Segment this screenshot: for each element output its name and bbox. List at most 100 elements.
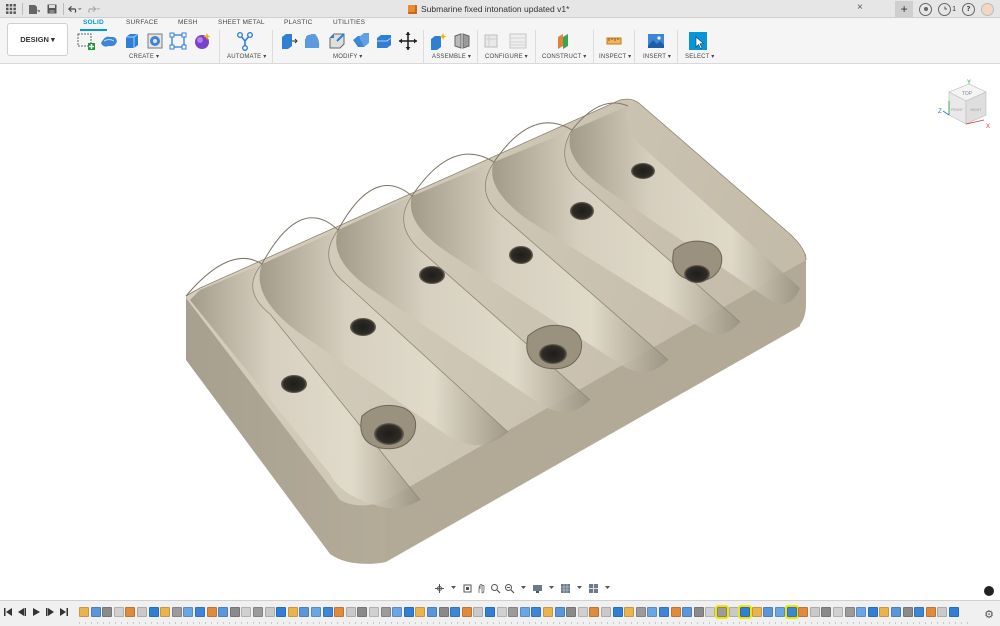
timeline-feature-icon[interactable] (241, 607, 252, 617)
tab-surface[interactable]: SURFACE (126, 19, 158, 26)
configure-rows-icon[interactable] (508, 31, 528, 51)
timeline-feature-icon[interactable] (728, 607, 739, 617)
timeline-feature-icon[interactable] (891, 607, 901, 617)
joint-icon[interactable] (452, 31, 472, 51)
grid-dropdown-icon[interactable] (574, 583, 585, 594)
combine-icon[interactable] (374, 31, 394, 51)
avatar[interactable] (981, 2, 994, 16)
timeline-feature-icon[interactable] (380, 607, 391, 617)
timeline-feature-icon[interactable] (659, 607, 669, 617)
close-tab-icon[interactable]: × (857, 2, 863, 13)
timeline-feature-icon[interactable] (148, 607, 159, 617)
look-at-icon[interactable] (462, 583, 473, 594)
timeline-feature-icon[interactable] (195, 607, 205, 617)
timeline-feature-icon[interactable] (183, 607, 194, 617)
timeline-feature-icon[interactable] (218, 607, 229, 617)
timeline-feature-icon[interactable] (693, 607, 704, 617)
timeline-feature-icon[interactable] (937, 607, 948, 617)
timeline-feature-icon[interactable] (682, 607, 693, 617)
tab-sheet-metal[interactable]: SHEET METAL (218, 19, 265, 26)
timeline-feature-icon[interactable] (949, 607, 959, 617)
timeline-feature-icon[interactable] (253, 607, 263, 617)
timeline-feature-icon[interactable] (345, 607, 356, 617)
assemble-group-label[interactable]: ASSEMBLE ▾ (432, 53, 471, 60)
generative-design-icon[interactable] (192, 31, 212, 51)
redo-icon[interactable] (86, 2, 100, 16)
timeline-feature-icon[interactable] (125, 607, 136, 617)
construct-group-label[interactable]: CONSTRUCT ▾ (542, 53, 586, 60)
undo-icon[interactable] (68, 2, 82, 16)
timeline-feature-icon[interactable] (612, 607, 623, 617)
timeline-settings-gear-icon[interactable]: ⚙ (984, 608, 994, 621)
timeline-feature-icon[interactable] (473, 607, 484, 617)
select-group-label[interactable]: SELECT ▾ (685, 53, 715, 60)
timeline-feature-icon[interactable] (229, 607, 240, 617)
insert-group-label[interactable]: INSERT ▾ (643, 53, 671, 60)
press-pull-icon[interactable] (279, 31, 299, 51)
modify-group-label[interactable]: MODIFY ▾ (333, 53, 363, 60)
comments-toggle-icon[interactable] (984, 586, 994, 596)
step-back-icon[interactable] (18, 608, 26, 618)
viewports-dropdown-icon[interactable] (602, 583, 613, 594)
view-cube[interactable]: TOP FRONT RIGHT Y X Z (938, 80, 990, 130)
timeline-feature-icon[interactable] (844, 607, 855, 617)
chamfer-icon[interactable] (327, 31, 347, 51)
timeline-feature-icon[interactable] (496, 607, 507, 617)
timeline-feature-icon[interactable] (160, 607, 171, 617)
timeline-feature-icon[interactable] (879, 607, 890, 617)
timeline-feature-icon[interactable] (438, 607, 449, 617)
select-icon[interactable] (688, 31, 708, 51)
apps-grid-icon[interactable] (4, 2, 18, 16)
create-group-label[interactable]: CREATE ▾ (129, 53, 159, 60)
timeline-feature-icon[interactable] (427, 607, 437, 617)
timeline-feature-icon[interactable] (635, 607, 646, 617)
timeline-feature-icon[interactable] (925, 607, 936, 617)
timeline-feature-icon[interactable] (809, 607, 820, 617)
step-forward-icon[interactable] (46, 608, 54, 618)
tab-solid[interactable]: SOLID (80, 19, 107, 31)
timeline-feature-icon[interactable] (738, 605, 753, 619)
tab-plastic[interactable]: PLASTIC (284, 19, 313, 26)
tab-mesh[interactable]: MESH (178, 19, 198, 26)
timeline-feature-icon[interactable] (705, 607, 716, 617)
create-sketch-icon[interactable] (76, 31, 96, 51)
revolve-icon[interactable] (145, 31, 165, 51)
timeline-feature-icon[interactable] (751, 607, 762, 617)
timeline-feature-icon[interactable] (519, 607, 530, 617)
measure-icon[interactable] (604, 31, 624, 51)
timeline-feature-icon[interactable] (833, 607, 843, 617)
timeline-feature-icon[interactable] (670, 607, 681, 617)
new-component-icon[interactable] (428, 31, 448, 51)
document-tab[interactable]: Submarine fixed intonation updated v1* (408, 0, 569, 18)
timeline-feature-icon[interactable] (624, 607, 635, 617)
timeline-feature-icon[interactable] (334, 607, 345, 617)
timeline-feature-icon[interactable] (856, 607, 867, 617)
zoom-icon[interactable] (490, 583, 501, 594)
timeline-feature-icon[interactable] (554, 607, 565, 617)
viewcube-right-label[interactable]: RIGHT (971, 108, 983, 112)
pan-icon[interactable] (476, 583, 487, 594)
create-form-icon[interactable] (99, 31, 119, 51)
automate-group-label[interactable]: AUTOMATE ▾ (227, 53, 266, 60)
viewcube-top-label[interactable]: TOP (962, 91, 973, 97)
timeline-feature-icon[interactable] (531, 607, 542, 617)
timeline-feature-icon[interactable] (369, 607, 379, 617)
timeline-feature-icon[interactable] (415, 607, 426, 617)
timeline-feature-icon[interactable] (775, 607, 785, 617)
timeline-feature-icon[interactable] (821, 607, 832, 617)
inspect-group-label[interactable]: INSPECT ▾ (599, 53, 631, 60)
play-icon[interactable] (32, 608, 40, 618)
viewports-icon[interactable] (588, 583, 599, 594)
timeline-feature-icon[interactable] (403, 607, 414, 617)
new-tab-button[interactable]: + (895, 1, 914, 17)
canvas-viewport[interactable]: TOP FRONT RIGHT Y X Z (0, 64, 1000, 598)
timeline-feature-icon[interactable] (311, 607, 321, 617)
tab-utilities[interactable]: UTILITIES (333, 19, 365, 26)
timeline-feature-icon[interactable] (322, 607, 333, 617)
timeline-feature-icon[interactable] (601, 607, 611, 617)
go-to-start-icon[interactable] (4, 608, 12, 618)
timeline-feature-icon[interactable] (357, 607, 368, 617)
timeline-feature-icon[interactable] (577, 607, 588, 617)
shell-icon[interactable] (351, 31, 371, 51)
save-icon[interactable] (45, 2, 59, 16)
